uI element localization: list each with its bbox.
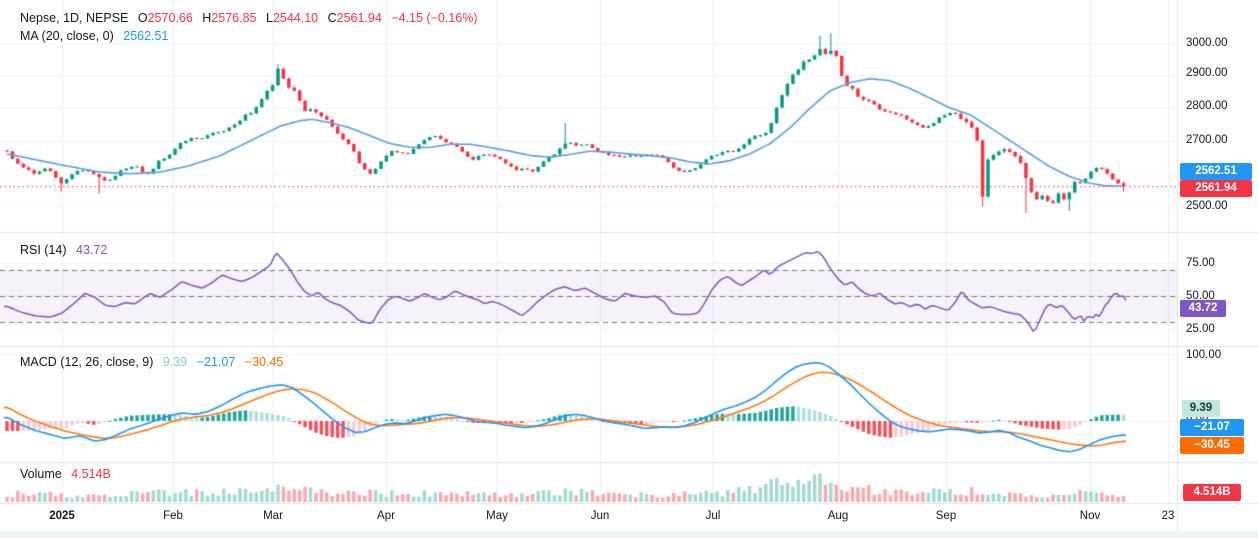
price-tick: 2900.00 xyxy=(1186,65,1228,81)
time-label: May xyxy=(486,510,508,522)
ma-value: 2562.51 xyxy=(123,29,168,43)
chart-canvas[interactable] xyxy=(0,0,1258,538)
time-label: Apr xyxy=(377,510,395,522)
time-label: 23 xyxy=(1162,510,1175,522)
macd-legend[interactable]: MACD (12, 26, close, 9) 9.39 −21.07 −30.… xyxy=(20,354,283,370)
last-price-badge: 2561.94 xyxy=(1180,180,1252,197)
macd-title[interactable]: MACD (12, 26, close, 9) xyxy=(20,355,153,369)
rsi-badge: 43.72 xyxy=(1180,300,1226,317)
macd-hist-badge: 9.39 xyxy=(1182,400,1220,417)
time-label: Aug xyxy=(828,510,848,522)
time-label: Sep xyxy=(936,510,956,522)
price-tick: 2800.00 xyxy=(1186,98,1228,114)
time-label: Jun xyxy=(591,510,610,522)
rsi-tick: 25.00 xyxy=(1186,321,1215,337)
macd-line-badge: −21.07 xyxy=(1180,419,1244,436)
rsi-value: 43.72 xyxy=(76,243,107,257)
symbol-title[interactable]: Nepse, 1D, NEPSE xyxy=(20,11,128,25)
ma-label[interactable]: MA (20, close, 0) xyxy=(20,29,114,43)
volume-legend[interactable]: Volume 4.514B xyxy=(20,466,111,482)
open-label: O xyxy=(138,11,148,25)
time-label-year: 2025 xyxy=(49,510,75,522)
macd-signal-badge: −30.45 xyxy=(1180,437,1244,454)
trading-chart-widget: Nepse, 1D, NEPSE O2570.66 H2576.85 L2544… xyxy=(0,0,1258,538)
open-value: 2570.66 xyxy=(148,11,193,25)
macd-line-value: −21.07 xyxy=(197,355,236,369)
price-tick: 2700.00 xyxy=(1186,132,1228,148)
time-label: Feb xyxy=(163,510,183,522)
low-value: 2544.10 xyxy=(273,11,318,25)
close-value: 2561.94 xyxy=(337,11,382,25)
rsi-legend[interactable]: RSI (14) 43.72 xyxy=(20,242,107,258)
close-label: C xyxy=(328,11,337,25)
high-label: H xyxy=(202,11,211,25)
ma-legend[interactable]: MA (20, close, 0) 2562.51 xyxy=(20,28,168,44)
volume-value: 4.514B xyxy=(71,467,111,481)
ma-price-badge: 2562.51 xyxy=(1180,163,1252,180)
price-tick: 2500.00 xyxy=(1186,198,1228,214)
time-label: Nov xyxy=(1080,510,1100,522)
macd-hist-value: 9.39 xyxy=(163,355,187,369)
rsi-title[interactable]: RSI (14) xyxy=(20,243,67,257)
high-value: 2576.85 xyxy=(211,11,256,25)
symbol-legend[interactable]: Nepse, 1D, NEPSE O2570.66 H2576.85 L2544… xyxy=(20,10,477,26)
macd-tick: 100.00 xyxy=(1186,347,1221,363)
volume-badge: 4.514B xyxy=(1183,484,1241,501)
low-label: L xyxy=(266,11,273,25)
time-label: Jul xyxy=(706,510,721,522)
change-value: −4.15 (−0.16%) xyxy=(391,11,477,25)
macd-signal-value: −30.45 xyxy=(245,355,284,369)
rsi-tick: 75.00 xyxy=(1186,255,1215,271)
volume-title[interactable]: Volume xyxy=(20,467,62,481)
time-label: Mar xyxy=(263,510,283,522)
price-tick: 3000.00 xyxy=(1186,35,1228,51)
